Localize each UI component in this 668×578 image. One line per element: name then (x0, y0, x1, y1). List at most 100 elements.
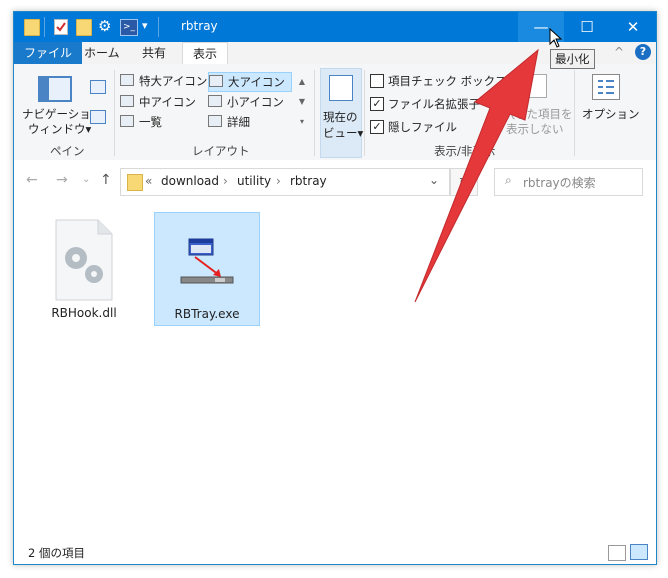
layout-label: 小アイコン (227, 95, 284, 109)
forward-arrow-icon[interactable]: → (56, 172, 68, 188)
ribbon-view: ナビゲーション ウィンドウ▾ ペイン 特大アイコン 大アイコン 中アイコン 小ア… (14, 64, 656, 161)
help-icon[interactable]: ? (635, 44, 651, 60)
group-separator (314, 70, 315, 156)
file-item-rbtray[interactable]: RBTray.exe (154, 212, 260, 326)
extra-large-icons-icon (120, 74, 134, 86)
search-input[interactable]: ⌕ rbtrayの検索 (494, 168, 643, 196)
address-bar-row: ← → ⌄ ↑ « download › utility › rbtray ⌄ … (14, 160, 656, 200)
layout-large-icons[interactable]: 大アイコン (208, 72, 292, 92)
layout-scroll[interactable]: ▲ ▼ ▾ (296, 72, 308, 132)
search-placeholder: rbtrayの検索 (523, 176, 596, 190)
file-extensions-label: ファイル名拡張子 (388, 97, 480, 111)
layout-label: 一覧 (139, 115, 162, 129)
large-icons-icon (209, 75, 223, 87)
file-name: RBTray.exe (174, 307, 240, 321)
dll-gear-icon (52, 218, 116, 302)
navigation-pane-icon[interactable] (38, 76, 72, 102)
minimize-icon: — (533, 18, 549, 36)
item-checkboxes-checkbox[interactable] (370, 74, 384, 88)
nav-pane-label-2[interactable]: ウィンドウ▾ (28, 121, 91, 137)
group-label-pane: ペイン (50, 144, 85, 158)
close-button[interactable]: ✕ (610, 12, 656, 42)
details-pane-icon[interactable] (90, 110, 106, 124)
tab-file[interactable]: ファイル (14, 42, 83, 64)
gear-icon[interactable]: ⚙ (98, 19, 112, 34)
window-title: rbtray (181, 19, 218, 33)
maximize-button[interactable]: ☐ (564, 12, 610, 42)
layout-details[interactable]: 詳細 (208, 113, 250, 131)
current-view-icon (329, 75, 353, 101)
list-icon (120, 115, 134, 127)
refresh-button[interactable]: ↻ (450, 168, 478, 196)
layout-small-icons[interactable]: 小アイコン (208, 93, 284, 111)
hide-selected-label-1[interactable]: 選択した項目を (492, 106, 573, 122)
recent-chevron-icon[interactable]: ⌄ (82, 174, 90, 185)
layout-medium-icons[interactable]: 中アイコン (120, 93, 196, 111)
hide-selected-icon[interactable] (529, 74, 547, 98)
hidden-items-checkbox[interactable]: ✓ (370, 120, 384, 134)
separator (158, 17, 159, 37)
item-count: 2 個の項目 (28, 546, 85, 560)
layout-label: 特大アイコン (139, 74, 208, 88)
minimize-tooltip: 最小化 (550, 49, 595, 69)
status-bar: 2 個の項目 (14, 542, 656, 564)
group-separator (574, 70, 575, 156)
close-icon: ✕ (626, 18, 640, 36)
breadcrumb-separator: › (223, 174, 228, 188)
options-icon[interactable] (592, 74, 620, 100)
medium-icons-icon (120, 95, 134, 107)
group-separator (114, 70, 115, 156)
layout-extra-large-icons[interactable]: 特大アイコン (120, 72, 207, 90)
separator (44, 17, 45, 37)
quick-access-dropdown-icon[interactable]: ▾ (142, 19, 148, 32)
hide-selected-label-2[interactable]: 表示しない (506, 121, 564, 137)
mouse-cursor-icon (549, 28, 563, 48)
file-list: RBHook.dll RBTray.exe (14, 202, 656, 532)
address-input[interactable]: « download › utility › rbtray ⌄ (120, 168, 450, 196)
tab-share[interactable]: 共有 (132, 42, 176, 64)
breadcrumb-rbtray[interactable]: rbtray (290, 174, 327, 188)
new-folder-icon[interactable] (76, 19, 92, 36)
back-arrow-icon[interactable]: ← (26, 172, 38, 188)
tab-home[interactable]: ホーム (74, 42, 130, 64)
current-view-label-1: 現在の (323, 110, 358, 124)
layout-label: 中アイコン (139, 95, 196, 109)
properties-icon[interactable] (54, 19, 68, 35)
options-label[interactable]: オプション (582, 106, 640, 122)
details-view-icon[interactable] (608, 545, 626, 561)
current-view-button[interactable]: 現在の ビュー▾ (320, 68, 364, 158)
layout-label: 大アイコン (228, 75, 285, 89)
hidden-items-label: 隠しファイル (388, 120, 457, 134)
folder-icon (127, 174, 143, 191)
large-icons-view-icon[interactable] (630, 544, 648, 560)
group-label-layout: レイアウト (192, 144, 250, 158)
preview-pane-icon[interactable] (90, 80, 106, 94)
breadcrumb-separator: › (276, 174, 281, 188)
layout-list[interactable]: 一覧 (120, 113, 162, 131)
file-item-rbhook[interactable]: RBHook.dll (32, 212, 136, 324)
rbtray-app-icon (177, 235, 237, 291)
small-icons-icon (208, 95, 222, 107)
path-overflow[interactable]: « (145, 174, 152, 188)
details-icon (208, 115, 222, 127)
item-checkboxes-label: 項目チェック ボックス (388, 74, 507, 88)
address-dropdown-icon[interactable]: ⌄ (429, 173, 439, 187)
folder-icon (24, 19, 40, 36)
group-separator (364, 70, 365, 156)
tab-view[interactable]: 表示 (182, 42, 229, 66)
breadcrumb-utility[interactable]: utility (237, 174, 271, 188)
maximize-icon: ☐ (580, 18, 594, 36)
collapse-ribbon-icon[interactable]: ^ (614, 45, 624, 59)
up-arrow-icon[interactable]: ↑ (100, 172, 112, 188)
explorer-window: ⚙ >_ ▾ rbtray — ☐ ✕ ファイル ホーム 共有 表示 ^ ? ナ… (13, 11, 657, 565)
current-view-label-2: ビュー▾ (323, 126, 364, 140)
file-extensions-checkbox[interactable]: ✓ (370, 97, 384, 111)
file-name: RBHook.dll (51, 306, 117, 320)
group-label-show-hide: 表示/非表示 (434, 144, 496, 158)
layout-label: 詳細 (227, 115, 250, 129)
powershell-icon[interactable]: >_ (120, 19, 138, 36)
search-icon: ⌕ (505, 173, 512, 187)
refresh-icon: ↻ (458, 175, 470, 189)
breadcrumb-download[interactable]: download (161, 174, 219, 188)
layout-gallery: 特大アイコン 大アイコン 中アイコン 小アイコン 一覧 詳細 ▲ ▼ ▾ (120, 72, 308, 132)
